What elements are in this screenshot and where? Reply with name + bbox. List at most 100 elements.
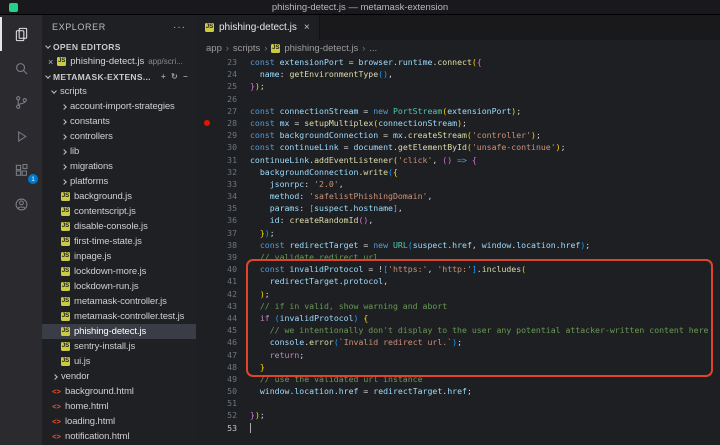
code-line-38[interactable]: 38 const redirectTarget = new URL(suspec… bbox=[196, 239, 720, 251]
tree-item-first-time-state.js[interactable]: JSfirst-time-state.js bbox=[42, 234, 196, 249]
line-number[interactable]: 31 bbox=[196, 154, 237, 166]
extensions-icon[interactable]: 1 bbox=[0, 153, 42, 187]
line-number[interactable]: 49 bbox=[196, 373, 237, 385]
line-number[interactable]: 38 bbox=[196, 239, 237, 251]
code-line-43[interactable]: 43 // if in valid, show warning and abor… bbox=[196, 300, 720, 312]
line-number[interactable]: 29 bbox=[196, 129, 237, 141]
line-number[interactable]: 23 bbox=[196, 56, 237, 68]
tree-item-home.html[interactable]: <>home.html bbox=[42, 399, 196, 414]
tree-item-contentscript.js[interactable]: JScontentscript.js bbox=[42, 204, 196, 219]
tree-item-platforms[interactable]: platforms bbox=[42, 174, 196, 189]
line-number[interactable]: 53 bbox=[196, 422, 237, 434]
line-number[interactable]: 25 bbox=[196, 80, 237, 92]
search-icon[interactable] bbox=[0, 51, 42, 85]
tree-item-disable-console.js[interactable]: JSdisable-console.js bbox=[42, 219, 196, 234]
line-number[interactable]: 43 bbox=[196, 300, 237, 312]
tree-item-phishing-detect.js[interactable]: JSphishing-detect.js bbox=[42, 324, 196, 339]
line-number[interactable]: 26 bbox=[196, 93, 237, 105]
code-line-51[interactable]: 51 bbox=[196, 397, 720, 409]
line-number[interactable]: 37 bbox=[196, 227, 237, 239]
workspace-section[interactable]: METAMASK-EXTENS... + ↻ − bbox=[42, 69, 196, 84]
more-actions-icon[interactable]: ··· bbox=[173, 22, 186, 33]
code-line-39[interactable]: 39 // validate redirect url bbox=[196, 251, 720, 263]
source-control-icon[interactable] bbox=[0, 85, 42, 119]
close-icon[interactable]: × bbox=[48, 57, 53, 67]
code-line-41[interactable]: 41 redirectTarget.protocol, bbox=[196, 275, 720, 287]
refresh-icon[interactable]: ↻ bbox=[171, 72, 178, 81]
line-number[interactable]: 33 bbox=[196, 178, 237, 190]
breakpoint-icon[interactable] bbox=[204, 120, 210, 126]
tab-phishing-detect[interactable]: JS phishing-detect.js × bbox=[196, 15, 320, 40]
code-line-26[interactable]: 26 bbox=[196, 93, 720, 105]
line-number[interactable]: 34 bbox=[196, 190, 237, 202]
code-line-48[interactable]: 48 } bbox=[196, 361, 720, 373]
line-number[interactable]: 27 bbox=[196, 105, 237, 117]
explorer-icon[interactable] bbox=[0, 17, 42, 51]
tree-item-sentry-install.js[interactable]: JSsentry-install.js bbox=[42, 339, 196, 354]
line-number[interactable]: 40 bbox=[196, 263, 237, 275]
breadcrumb-scripts[interactable]: scripts bbox=[233, 43, 260, 54]
line-number[interactable]: 28 bbox=[196, 117, 237, 129]
line-number[interactable]: 39 bbox=[196, 251, 237, 263]
code-line-30[interactable]: 30const continueLink = document.getEleme… bbox=[196, 141, 720, 153]
code-line-45[interactable]: 45 // we intentionally don't display to … bbox=[196, 324, 720, 336]
line-number[interactable]: 50 bbox=[196, 385, 237, 397]
line-number[interactable]: 32 bbox=[196, 166, 237, 178]
code-line-52[interactable]: 52}); bbox=[196, 409, 720, 421]
breadcrumb-app[interactable]: app bbox=[206, 43, 222, 54]
tree-item-migrations[interactable]: migrations bbox=[42, 159, 196, 174]
line-number[interactable]: 45 bbox=[196, 324, 237, 336]
line-number[interactable]: 41 bbox=[196, 275, 237, 287]
line-number[interactable]: 52 bbox=[196, 409, 237, 421]
line-number[interactable]: 44 bbox=[196, 312, 237, 324]
code-line-49[interactable]: 49 // use the validated url instance bbox=[196, 373, 720, 385]
open-editors-section[interactable]: OPEN EDITORS bbox=[42, 39, 196, 54]
tree-item-lib[interactable]: lib bbox=[42, 144, 196, 159]
line-number[interactable]: 30 bbox=[196, 141, 237, 153]
open-editor-item[interactable]: × JS phishing-detect.js app/scri... bbox=[42, 54, 196, 69]
line-number[interactable]: 48 bbox=[196, 361, 237, 373]
tree-item-controllers[interactable]: controllers bbox=[42, 129, 196, 144]
tree-item-lockdown-more.js[interactable]: JSlockdown-more.js bbox=[42, 264, 196, 279]
code-line-53[interactable]: 53 bbox=[196, 422, 720, 434]
code-line-46[interactable]: 46 console.error(`Invalid redirect url.`… bbox=[196, 336, 720, 348]
code-line-44[interactable]: 44 if (invalidProtocol) { bbox=[196, 312, 720, 324]
tree-item-background.html[interactable]: <>background.html bbox=[42, 384, 196, 399]
line-number[interactable]: 36 bbox=[196, 214, 237, 226]
tree-item-notification.html[interactable]: <>notification.html bbox=[42, 429, 196, 444]
tree-item-constants[interactable]: constants bbox=[42, 114, 196, 129]
code-line-33[interactable]: 33 jsonrpc: '2.0', bbox=[196, 178, 720, 190]
code-line-42[interactable]: 42 ); bbox=[196, 288, 720, 300]
line-number[interactable]: 51 bbox=[196, 397, 237, 409]
line-number[interactable]: 46 bbox=[196, 336, 237, 348]
code-line-31[interactable]: 31continueLink.addEventListener('click',… bbox=[196, 154, 720, 166]
code-editor[interactable]: 23const extensionPort = browser.runtime.… bbox=[196, 56, 720, 445]
tree-item-background.js[interactable]: JSbackground.js bbox=[42, 189, 196, 204]
tree-item-metamask-controller.js[interactable]: JSmetamask-controller.js bbox=[42, 294, 196, 309]
breadcrumb-symbol[interactable]: ... bbox=[369, 43, 377, 54]
code-line-23[interactable]: 23const extensionPort = browser.runtime.… bbox=[196, 56, 720, 68]
new-file-icon[interactable]: + bbox=[161, 72, 166, 81]
collapse-all-icon[interactable]: − bbox=[183, 72, 188, 81]
code-line-32[interactable]: 32 backgroundConnection.write({ bbox=[196, 166, 720, 178]
tree-item-inpage.js[interactable]: JSinpage.js bbox=[42, 249, 196, 264]
tree-item-vendor[interactable]: vendor bbox=[42, 369, 196, 384]
code-line-28[interactable]: 28const mx = setupMultiplex(connectionSt… bbox=[196, 117, 720, 129]
breadcrumb-file[interactable]: phishing-detect.js bbox=[284, 43, 358, 54]
code-line-36[interactable]: 36 id: createRandomId(), bbox=[196, 214, 720, 226]
code-line-27[interactable]: 27const connectionStream = new PortStrea… bbox=[196, 105, 720, 117]
tree-item-loading.html[interactable]: <>loading.html bbox=[42, 414, 196, 429]
tree-item-metamask-controller.test.js[interactable]: JSmetamask-controller.test.js bbox=[42, 309, 196, 324]
code-line-50[interactable]: 50 window.location.href = redirectTarget… bbox=[196, 385, 720, 397]
line-number[interactable]: 35 bbox=[196, 202, 237, 214]
code-line-37[interactable]: 37 }); bbox=[196, 227, 720, 239]
tab-close-icon[interactable]: × bbox=[304, 22, 310, 33]
account-icon[interactable] bbox=[0, 187, 42, 221]
code-line-47[interactable]: 47 return; bbox=[196, 349, 720, 361]
code-line-24[interactable]: 24 name: getEnvironmentType(), bbox=[196, 68, 720, 80]
code-line-25[interactable]: 25}); bbox=[196, 80, 720, 92]
line-number[interactable]: 42 bbox=[196, 288, 237, 300]
tree-item-scripts[interactable]: scripts bbox=[42, 84, 196, 99]
tree-item-lockdown-run.js[interactable]: JSlockdown-run.js bbox=[42, 279, 196, 294]
run-debug-icon[interactable] bbox=[0, 119, 42, 153]
